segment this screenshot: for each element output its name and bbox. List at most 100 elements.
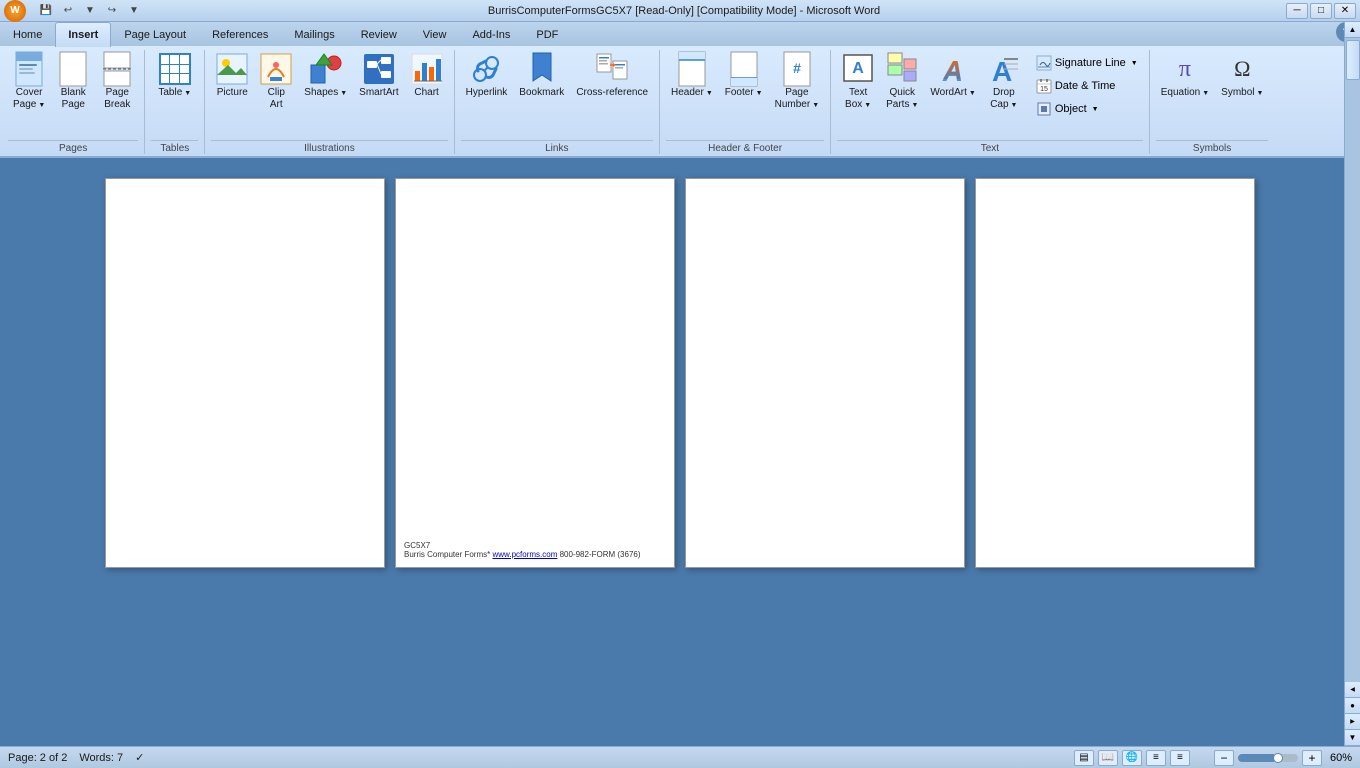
- cover-page-svg: [15, 51, 43, 87]
- zoom-in-button[interactable]: +: [1302, 750, 1322, 766]
- hyperlink-button[interactable]: Hyperlink: [461, 50, 513, 102]
- shapes-button[interactable]: Shapes▼: [299, 50, 352, 102]
- blank-page-svg: [59, 51, 87, 87]
- signature-line-label: Signature Line: [1055, 57, 1126, 69]
- object-button[interactable]: Object▼: [1031, 98, 1143, 120]
- tab-pdf[interactable]: PDF: [523, 22, 571, 46]
- select-browse-button[interactable]: ●: [1345, 698, 1360, 714]
- scroll-track[interactable]: [1345, 38, 1360, 682]
- sig-svg: [1036, 55, 1052, 71]
- tab-home[interactable]: Home: [0, 22, 55, 46]
- text-box-button[interactable]: A TextBox▼: [837, 50, 879, 114]
- text-box-icon: A: [842, 53, 874, 85]
- clip-art-button[interactable]: ClipArt: [255, 50, 297, 114]
- footer-url[interactable]: www.pcforms.com: [492, 550, 557, 559]
- restore-button[interactable]: □: [1310, 3, 1332, 19]
- save-button[interactable]: 💾: [36, 2, 56, 20]
- page-2-footer: GC5X7 Burris Computer Forms* www.pcforms…: [404, 541, 666, 559]
- minimize-button[interactable]: ─: [1286, 3, 1308, 19]
- wordart-icon: A A: [937, 53, 969, 85]
- scroll-down-button[interactable]: ▼: [1345, 730, 1360, 746]
- cover-page-button[interactable]: CoverPage▼: [8, 50, 50, 114]
- zoom-slider[interactable]: [1238, 754, 1298, 762]
- equation-label: Equation▼: [1161, 87, 1209, 99]
- smartart-button[interactable]: SmartArt: [354, 50, 403, 102]
- header-icon: [676, 53, 708, 85]
- pages-group-label: Pages: [8, 140, 138, 154]
- wordart-label: WordArt▼: [930, 87, 975, 99]
- ribbon-content: CoverPage▼ BlankPage: [0, 46, 1360, 156]
- smartart-label: SmartArt: [359, 87, 398, 99]
- outline-view[interactable]: ≡: [1146, 750, 1166, 766]
- tab-insert[interactable]: Insert: [55, 22, 111, 47]
- web-layout-view[interactable]: 🌐: [1122, 750, 1142, 766]
- ribbon-group-header-footer: Header▼ Footer▼: [660, 50, 831, 154]
- signature-line-button[interactable]: Signature Line▼: [1031, 52, 1143, 74]
- tab-addins[interactable]: Add-Ins: [459, 22, 523, 46]
- page-2: GC5X7 Burris Computer Forms* www.pcforms…: [395, 178, 675, 568]
- date-time-button[interactable]: 15 Date & Time: [1031, 75, 1143, 97]
- scroll-up-button[interactable]: ▲: [1345, 22, 1360, 38]
- prev-page-button[interactable]: ◀: [1345, 682, 1360, 698]
- chart-button[interactable]: Chart: [406, 50, 448, 102]
- office-logo: W: [4, 0, 26, 22]
- next-page-button[interactable]: ▶: [1345, 714, 1360, 730]
- quick-parts-button[interactable]: QuickParts▼: [881, 50, 923, 114]
- table-button[interactable]: Table▼: [153, 50, 196, 102]
- document-area: GC5X7 Burris Computer Forms* www.pcforms…: [0, 158, 1360, 748]
- cross-reference-icon: [596, 53, 628, 85]
- page-break-button[interactable]: PageBreak: [96, 50, 138, 114]
- table-label: Table▼: [158, 87, 191, 99]
- text-buttons: A TextBox▼ QuickParts▼: [837, 50, 1143, 138]
- status-left: Page: 2 of 2 Words: 7 ✓: [8, 751, 144, 764]
- tab-review[interactable]: Review: [348, 22, 410, 46]
- wordart-button[interactable]: A A WordArt▼: [925, 50, 980, 102]
- picture-button[interactable]: Picture: [211, 50, 253, 102]
- equation-button[interactable]: π Equation▼: [1156, 50, 1214, 102]
- draft-view[interactable]: ≡: [1170, 750, 1190, 766]
- close-button[interactable]: ✕: [1334, 3, 1356, 19]
- zoom-out-button[interactable]: −: [1214, 750, 1234, 766]
- spellcheck-icon[interactable]: ✓: [135, 751, 144, 764]
- customize-qa[interactable]: ▼: [124, 2, 144, 20]
- page-break-label: PageBreak: [104, 87, 130, 111]
- window-title: BurrisComputerFormsGC5X7 [Read-Only] [Co…: [4, 5, 1360, 17]
- vertical-scrollbar[interactable]: ▲ ◀ ● ▶ ▼: [1344, 22, 1360, 746]
- drop-cap-button[interactable]: A DropCap▼: [983, 50, 1025, 114]
- ribbon-group-pages: CoverPage▼ BlankPage: [2, 50, 145, 154]
- page-break-icon: [101, 53, 133, 85]
- header-button[interactable]: Header▼: [666, 50, 718, 102]
- tab-references[interactable]: References: [199, 22, 281, 46]
- page-number-button[interactable]: # PageNumber▼: [770, 50, 825, 114]
- footer-label: Footer▼: [725, 87, 763, 99]
- zoom-thumb[interactable]: [1273, 753, 1283, 763]
- text-box-svg: A: [842, 51, 874, 87]
- zoom-bar: − + 60%: [1214, 750, 1352, 766]
- symbol-button[interactable]: Ω Symbol▼: [1216, 50, 1268, 102]
- bookmark-button[interactable]: Bookmark: [514, 50, 569, 102]
- footer-icon: [728, 53, 760, 85]
- tab-view[interactable]: View: [410, 22, 460, 46]
- cover-page-icon: [13, 53, 45, 85]
- footer-button[interactable]: Footer▼: [720, 50, 768, 102]
- ribbon-group-links: Hyperlink Bookmark: [455, 50, 660, 154]
- shapes-icon: [310, 53, 342, 85]
- print-layout-view[interactable]: ▤: [1074, 750, 1094, 766]
- footer-text: Burris Computer Forms* www.pcforms.com 8…: [404, 550, 666, 559]
- status-bar: Page: 2 of 2 Words: 7 ✓ ▤ 📖 🌐 ≡ ≡ − + 60…: [0, 746, 1360, 768]
- hyperlink-icon: [470, 53, 502, 85]
- undo-dropdown[interactable]: ▼: [80, 2, 100, 20]
- tab-page-layout[interactable]: Page Layout: [111, 22, 199, 46]
- header-footer-buttons: Header▼ Footer▼: [666, 50, 824, 138]
- scroll-thumb[interactable]: [1346, 40, 1360, 80]
- hyperlink-svg: [470, 53, 502, 85]
- redo-button[interactable]: ↪: [102, 2, 122, 20]
- words-indicator: Words: 7: [79, 752, 123, 764]
- wordart-svg: A A: [937, 51, 969, 87]
- cross-reference-button[interactable]: Cross-reference: [571, 50, 653, 102]
- tab-mailings[interactable]: Mailings: [281, 22, 347, 46]
- full-reading-view[interactable]: 📖: [1098, 750, 1118, 766]
- undo-button[interactable]: ↩: [58, 2, 78, 20]
- bookmark-label: Bookmark: [519, 87, 564, 99]
- blank-page-button[interactable]: BlankPage: [52, 50, 94, 114]
